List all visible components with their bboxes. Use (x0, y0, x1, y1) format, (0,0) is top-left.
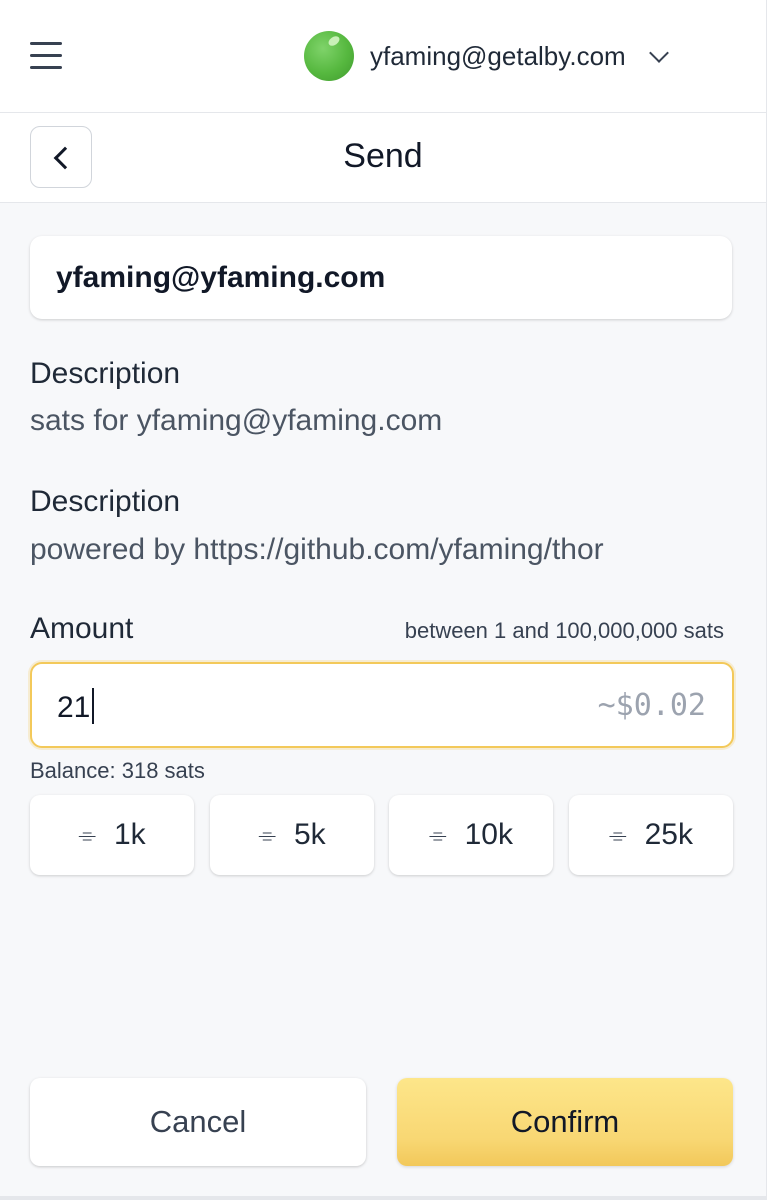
quick-amount-label: 1k (113, 818, 146, 851)
amount-label: Amount (30, 612, 134, 645)
quick-amount-label: 10k (464, 818, 513, 851)
quick-amount-row: ⌯ 1k ⌯ 5k ⌯ 10k ⌯ 25k (30, 795, 734, 875)
recipient-field: yfaming@yfaming.com (30, 236, 732, 319)
satoshi-icon: ⌯ (78, 822, 96, 847)
quick-amount-25k-button[interactable]: ⌯ 25k (569, 795, 733, 875)
account-email: yfaming@getalby.com (370, 40, 626, 71)
description-value: sats for yfaming@yfaming.com (30, 404, 443, 437)
page-header: Send (0, 113, 766, 203)
account-switcher[interactable]: yfaming@getalby.com (304, 30, 669, 82)
app-window: yfaming@getalby.com Send yfaming@yfaming… (0, 0, 766, 1200)
satoshi-icon: ⌯ (258, 822, 276, 847)
amount-range-hint: between 1 and 100,000,000 sats (404, 618, 724, 643)
satoshi-icon: ⌯ (429, 822, 447, 847)
amount-input[interactable]: 21 ~$0.02 (30, 662, 734, 748)
satoshi-icon: ⌯ (609, 822, 627, 847)
top-bar: yfaming@getalby.com (0, 0, 766, 113)
fiat-equivalent: ~$0.02 (597, 688, 706, 723)
window-edge (766, 0, 775, 1200)
description-label: Description (30, 357, 181, 390)
description-value: powered by https://github.com/yfaming/th… (30, 533, 604, 566)
quick-amount-1k-button[interactable]: ⌯ 1k (30, 795, 194, 875)
text-caret (92, 688, 95, 724)
avatar (304, 31, 354, 81)
confirm-button[interactable]: Confirm (397, 1078, 733, 1166)
quick-amount-label: 5k (293, 818, 326, 851)
balance-text: Balance: 318 sats (30, 758, 205, 783)
quick-amount-label: 25k (644, 818, 693, 851)
quick-amount-5k-button[interactable]: ⌯ 5k (210, 795, 374, 875)
amount-value: 21 (57, 691, 91, 724)
hamburger-menu-icon[interactable] (28, 40, 64, 70)
description-label: Description (30, 485, 181, 518)
bottom-divider (0, 1196, 766, 1200)
quick-amount-10k-button[interactable]: ⌯ 10k (389, 795, 553, 875)
page-title: Send (343, 137, 423, 175)
chevron-down-icon (648, 43, 669, 63)
cancel-button[interactable]: Cancel (30, 1078, 366, 1166)
